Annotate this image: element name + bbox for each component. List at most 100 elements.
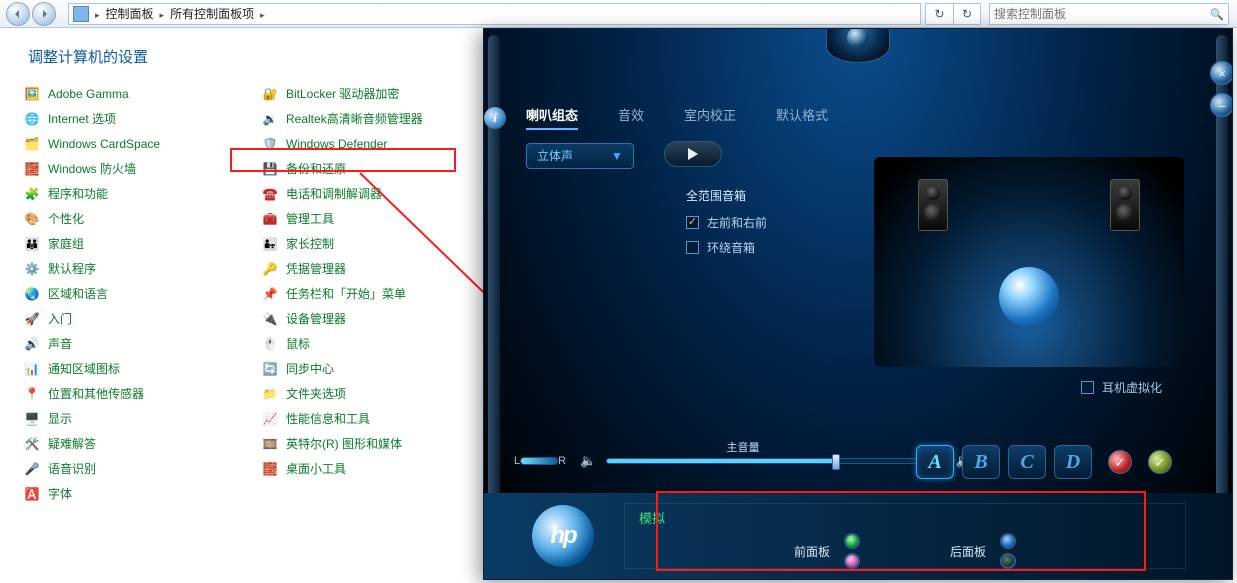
tab-sound-effects[interactable]: 音效	[618, 105, 644, 130]
search-box[interactable]	[989, 3, 1229, 25]
cp-item-icon: 🌐	[24, 111, 40, 127]
checkbox-headphone-virtualization[interactable]: 耳机虚拟化	[1081, 379, 1162, 396]
device-b-button[interactable]: B	[962, 445, 1000, 479]
speaker-config-select[interactable]: 立体声 ▼	[526, 143, 634, 169]
checkbox-box	[686, 241, 699, 254]
cp-item[interactable]: 🖥️显示	[22, 406, 260, 431]
cp-item-icon: 🅰️	[24, 486, 40, 502]
tab-speaker-config[interactable]: 喇叭组态	[526, 105, 578, 130]
reset-button[interactable]	[1148, 450, 1172, 474]
volume-knob[interactable]	[832, 454, 840, 470]
cp-item-icon: 🔊	[24, 336, 40, 352]
breadcrumb-sep	[93, 7, 102, 21]
cp-item[interactable]: 🎞️英特尔(R) 图形和媒体	[260, 431, 498, 456]
tab-default-format[interactable]: 默认格式	[776, 105, 828, 130]
cp-item[interactable]: 📌任务栏和「开始」菜单	[260, 281, 498, 306]
device-buttons: A B C D	[916, 445, 1172, 479]
cp-item[interactable]: 🔌设备管理器	[260, 306, 498, 331]
jack-front-pink[interactable]	[844, 553, 860, 569]
address-bar[interactable]: 控制面板 所有控制面板项	[68, 3, 921, 25]
cp-item[interactable]: ☎️电话和调制解调器	[260, 181, 498, 206]
cp-item[interactable]: 🎨个性化	[22, 206, 260, 231]
jack-rear-blue[interactable]	[1000, 533, 1016, 549]
search-icon	[1210, 7, 1224, 21]
tab-room-correction[interactable]: 室内校正	[684, 105, 736, 130]
speaker-mute-icon[interactable]: 🔈	[580, 453, 596, 469]
rear-panel-jacks	[1000, 533, 1016, 569]
cp-item[interactable]: 💾备份和还原	[260, 156, 498, 181]
cp-column-2: 🔐BitLocker 驱动器加密🔉Realtek高清晰音频管理器🛡️Window…	[260, 81, 498, 506]
cp-item[interactable]: 📈性能信息和工具	[260, 406, 498, 431]
cp-item-icon: 👨‍👧	[262, 236, 278, 252]
minimize-button[interactable]: –	[1210, 93, 1233, 117]
cp-item[interactable]: 🧱Windows 防火墙	[22, 156, 260, 181]
test-play-button[interactable]	[664, 141, 722, 167]
cp-item[interactable]: 🔄同步中心	[260, 356, 498, 381]
cp-item[interactable]: 🅰️字体	[22, 481, 260, 506]
search-input[interactable]	[994, 7, 1210, 21]
cp-item[interactable]: 👨‍👧家长控制	[260, 231, 498, 256]
forward-button[interactable]	[32, 2, 56, 26]
back-button[interactable]	[6, 2, 30, 26]
speaker-right-icon[interactable]	[1110, 179, 1140, 231]
cp-item[interactable]: 🖼️Adobe Gamma	[22, 81, 260, 106]
device-a-button[interactable]: A	[916, 445, 954, 479]
cp-item[interactable]: 🌐 Internet 选项	[22, 106, 260, 131]
cp-item[interactable]: 🧰管理工具	[260, 206, 498, 231]
checkbox-label: 环绕音箱	[707, 239, 755, 256]
cp-item-icon: 🖥️	[24, 411, 40, 427]
cp-item[interactable]: 📊通知区域图标	[22, 356, 260, 381]
cp-item-label: 声音	[48, 335, 72, 352]
jack-front-green[interactable]	[844, 533, 860, 549]
info-button[interactable]: i	[484, 107, 506, 129]
cp-item[interactable]: 🛠️疑难解答	[22, 431, 260, 456]
cp-item-label: 凭据管理器	[286, 260, 346, 277]
cp-item[interactable]: 🧩 程序和功能	[22, 181, 260, 206]
address-dropdown[interactable]	[925, 3, 953, 25]
cp-item[interactable]: 🚀入门	[22, 306, 260, 331]
cp-item-label: 通知区域图标	[48, 360, 120, 377]
bottom-panel-strip: hp 模拟 前面板 后面板	[484, 493, 1232, 579]
jack-rear-black[interactable]	[1000, 553, 1016, 569]
main-volume-slider[interactable]	[606, 458, 939, 464]
cp-item[interactable]: 🗂️Windows CardSpace	[22, 131, 260, 156]
cp-item-icon: 🎨	[24, 211, 40, 227]
breadcrumb-all-items[interactable]: 所有控制面板项	[166, 5, 258, 22]
cp-item-icon: ⚙️	[24, 261, 40, 277]
device-c-button[interactable]: C	[1008, 445, 1046, 479]
cp-item[interactable]: 🔉Realtek高清晰音频管理器	[260, 106, 498, 131]
panel-row: 前面板 后面板	[639, 533, 1171, 569]
speaker-left-icon[interactable]	[918, 179, 948, 231]
analog-panel-title: 模拟	[639, 508, 1171, 527]
apply-button[interactable]	[1108, 450, 1132, 474]
cp-item[interactable]: 🛡️Windows Defender	[260, 131, 498, 156]
cp-item[interactable]: 📍位置和其他传感器	[22, 381, 260, 406]
breadcrumb-root[interactable]: 控制面板	[102, 5, 158, 22]
checkbox-box-checked	[686, 216, 699, 229]
device-d-button[interactable]: D	[1054, 445, 1092, 479]
cp-item[interactable]: 🔊 声音	[22, 331, 260, 356]
checkbox-box	[1081, 381, 1094, 394]
cp-item[interactable]: 🧱桌面小工具	[260, 456, 498, 481]
cp-item-label: Internet 选项	[48, 110, 116, 127]
checkbox-label: 左前和右前	[707, 214, 767, 231]
refresh-button[interactable]	[953, 3, 981, 25]
cp-item-icon: 🧰	[262, 211, 278, 227]
cp-item-icon: 🧩	[24, 186, 40, 202]
breadcrumb-sep	[158, 7, 167, 21]
cp-item-label: 默认程序	[48, 260, 96, 277]
cp-item[interactable]: 🖱️鼠标	[260, 331, 498, 356]
close-button[interactable]: ×	[1210, 61, 1233, 85]
cp-item[interactable]: ⚙️ 默认程序	[22, 256, 260, 281]
cp-item[interactable]: 🎤语音识别	[22, 456, 260, 481]
cp-item-label: 设备管理器	[286, 310, 346, 327]
cp-item-label: 程序和功能	[48, 185, 108, 202]
cp-item[interactable]: 👪家庭组	[22, 231, 260, 256]
cp-item[interactable]: 🔐BitLocker 驱动器加密	[260, 81, 498, 106]
balance-slider[interactable]	[520, 457, 558, 465]
cp-item[interactable]: 🌏区域和语言	[22, 281, 260, 306]
cp-item[interactable]: 🔑凭据管理器	[260, 256, 498, 281]
cp-item-icon: 🛠️	[24, 436, 40, 452]
cp-item[interactable]: 📁文件夹选项	[260, 381, 498, 406]
cp-item-icon: 🔉	[262, 111, 278, 127]
